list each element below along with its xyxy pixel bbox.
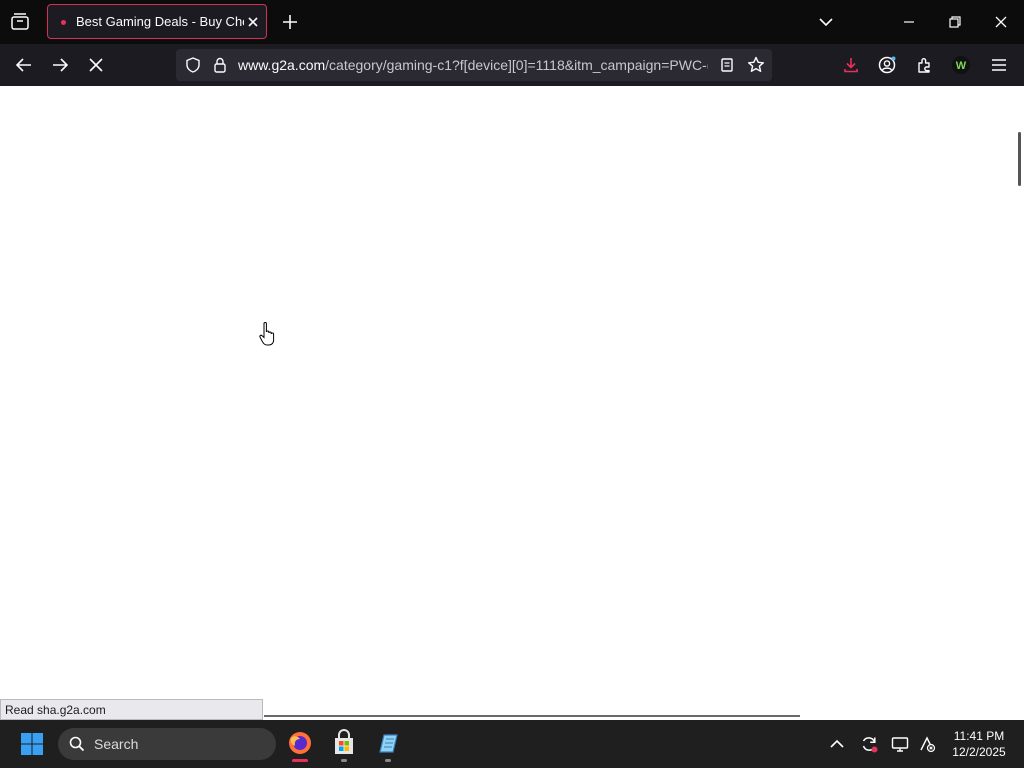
display-icon[interactable] [890,734,910,754]
running-indicator [385,759,391,762]
status-bar: Read sha.g2a.com [0,699,263,720]
download-icon[interactable] [841,55,861,75]
close-icon[interactable] [991,12,1011,32]
stop-loading-icon[interactable] [86,55,106,75]
svg-text:W: W [956,60,967,72]
url-path: /category/gaming-c1?f[device][0]=1118&it… [325,57,708,73]
navigation-toolbar: www.g2a.com/category/gaming-c1?f[device]… [0,44,1024,86]
tab-title: Best Gaming Deals - Buy Cheap [76,14,244,29]
close-icon[interactable] [244,13,262,31]
running-indicator [292,759,308,762]
hand-pointer-icon [258,321,278,347]
back-arrow-icon[interactable] [14,55,34,75]
shield-icon[interactable] [184,56,202,74]
system-clock[interactable]: 11:41 PM 12/2/2025 [944,728,1014,760]
microsoft-store-icon[interactable] [326,726,362,762]
account-icon[interactable] [877,55,897,75]
active-tab[interactable]: Best Gaming Deals - Buy Cheap [47,4,267,39]
windows-start-icon[interactable] [20,732,44,756]
sync-icon[interactable] [859,734,879,754]
page-content [0,86,1024,720]
firefox-icon[interactable] [282,726,318,762]
plus-icon[interactable] [280,12,300,32]
minimize-icon[interactable] [899,12,919,32]
search-label: Search [94,736,139,752]
maximize-icon[interactable] [945,12,965,32]
chevron-up-icon[interactable] [827,734,847,754]
forward-arrow-icon[interactable] [50,55,70,75]
taskbar-search[interactable]: Search [58,728,276,760]
clock-time: 11:41 PM [953,729,1005,743]
reader-view-icon[interactable] [718,56,736,74]
chevron-down-icon[interactable] [816,12,836,32]
extensions-icon[interactable] [914,55,934,75]
horizontal-scrollbar[interactable] [264,715,800,717]
menu-icon[interactable] [989,55,1009,75]
taskbar: Search 11:41 PM 12/2/2025 [0,720,1024,768]
star-icon[interactable] [746,55,766,75]
running-indicator [341,759,347,762]
extension-w-icon[interactable]: W [951,55,971,75]
network-icon[interactable] [917,734,937,754]
lock-icon[interactable] [211,56,229,74]
url-bar[interactable]: www.g2a.com/category/gaming-c1?f[device]… [176,49,772,81]
search-icon [68,735,86,753]
tab-favicon-icon [61,20,66,25]
url-host: www.g2a.com [238,57,326,73]
url-text[interactable]: www.g2a.com/category/gaming-c1?f[device]… [238,57,708,73]
app-icon[interactable] [370,726,406,762]
tab-list-icon[interactable] [8,10,32,34]
vertical-scrollbar[interactable] [1018,132,1021,186]
tab-strip: Best Gaming Deals - Buy Cheap [0,0,1024,44]
clock-date: 12/2/2025 [952,745,1006,759]
